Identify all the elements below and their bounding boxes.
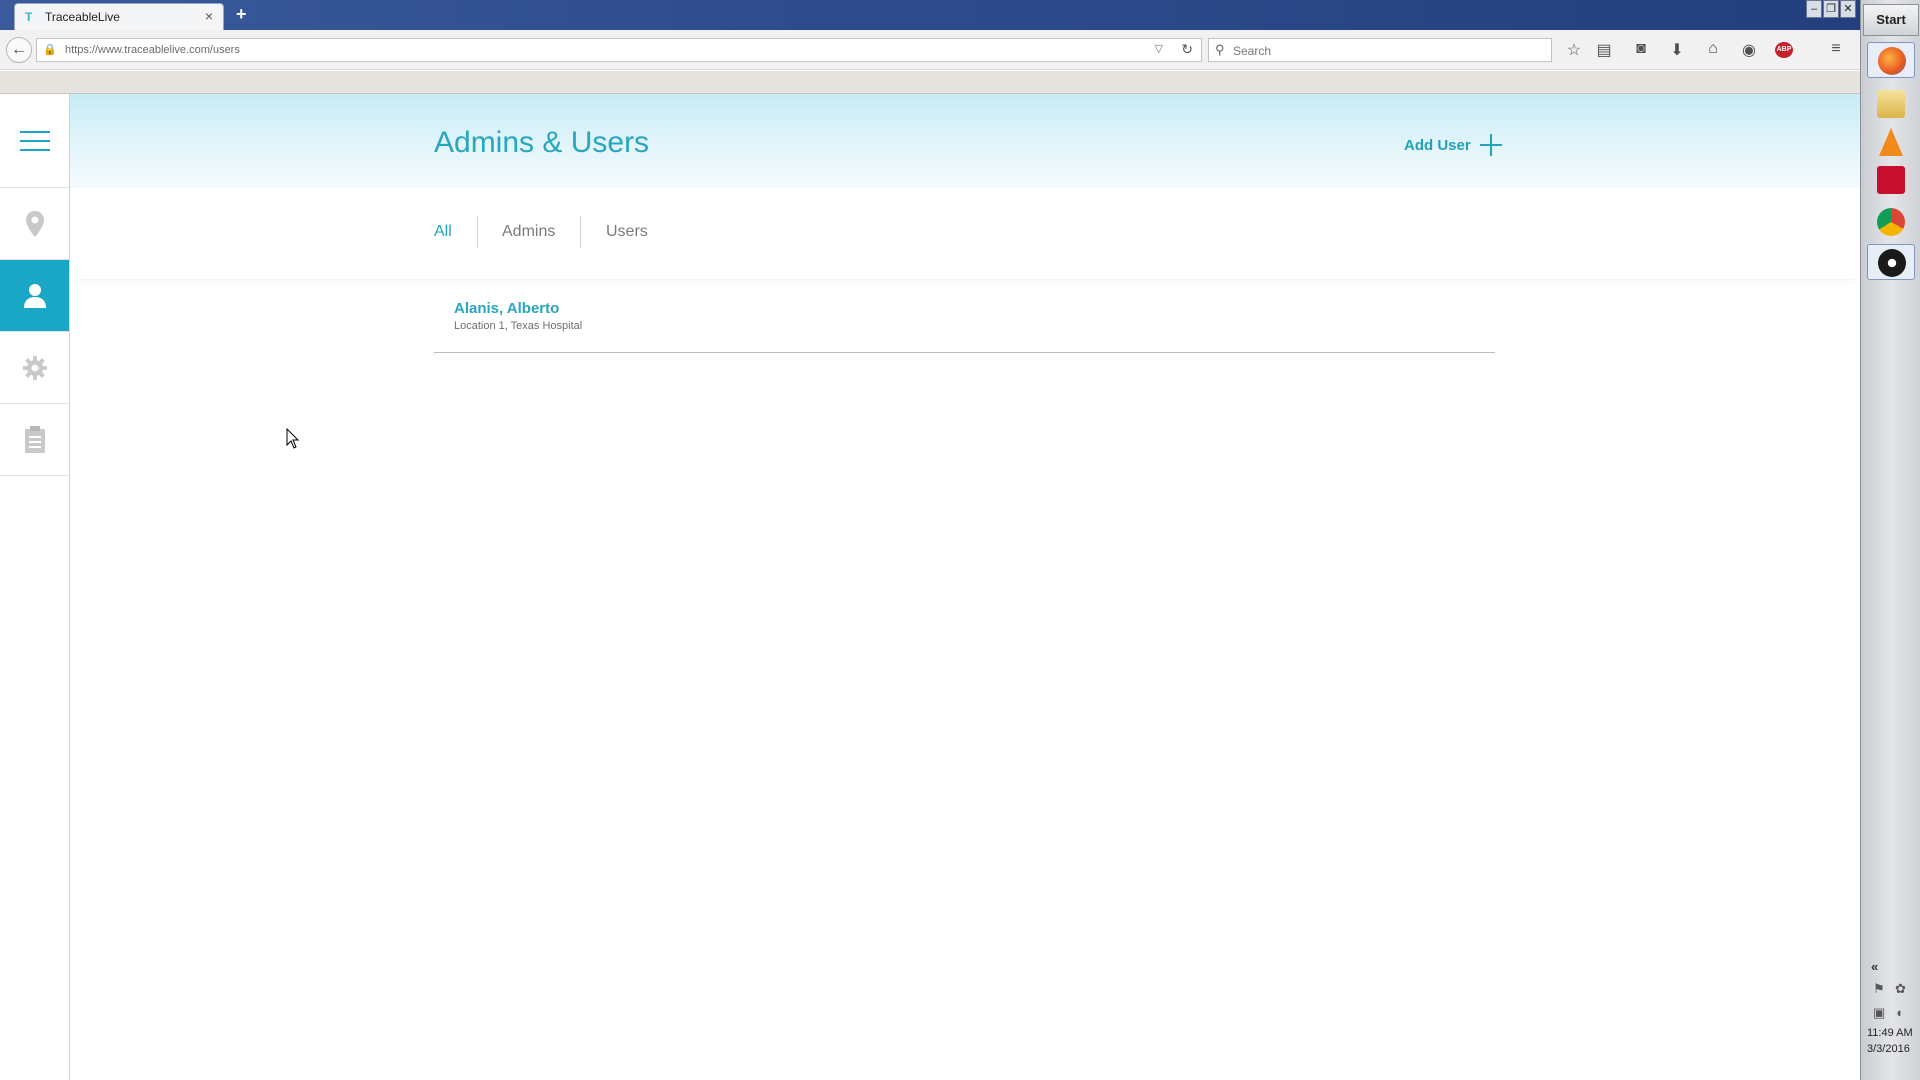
restore-window-button[interactable]: ❐	[1823, 0, 1839, 18]
obs-taskbar-button[interactable]	[1867, 244, 1915, 280]
tab-title: TraceableLive	[45, 10, 120, 24]
chrome-taskbar-button[interactable]	[1867, 204, 1915, 240]
bookmark-star-icon[interactable]: ☆	[1564, 40, 1584, 60]
sidebar-item-settings[interactable]	[0, 332, 69, 404]
user-name-link[interactable]: Alanis, Alberto	[454, 300, 559, 317]
tab-users[interactable]: Users	[606, 223, 648, 241]
clock-time[interactable]: 11:49 AM	[1867, 1027, 1913, 1039]
new-tab-button[interactable]: +	[236, 4, 247, 25]
browser-titlebar: T TraceableLive × + – ❐ ✕	[0, 0, 1860, 30]
browser-tab[interactable]: T TraceableLive ×	[14, 3, 224, 30]
hamburger-menu-button[interactable]	[0, 94, 69, 188]
url-dropdown-icon[interactable]: ▽	[1155, 42, 1163, 55]
browser-search-input[interactable]: ⚲ Search	[1208, 38, 1552, 62]
acrobat-taskbar-button[interactable]	[1867, 162, 1915, 198]
folder-icon	[1877, 90, 1905, 118]
start-label: Start	[1876, 12, 1906, 27]
vlc-cone-icon	[1879, 128, 1903, 156]
clock-date[interactable]: 3/3/2016	[1867, 1043, 1910, 1055]
user-location: Location 1, Texas Hospital	[454, 320, 583, 332]
search-placeholder: Search	[1233, 44, 1272, 58]
add-user-label: Add User	[1404, 136, 1471, 154]
start-button[interactable]: Start	[1863, 4, 1919, 36]
tab-divider	[477, 216, 478, 248]
minimize-window-button[interactable]: –	[1806, 0, 1822, 18]
browser-menu-icon[interactable]: ≡	[1826, 40, 1846, 58]
sidebar-item-locations[interactable]	[0, 188, 69, 260]
hamburger-menu-icon	[19, 130, 50, 151]
sidebar-item-users[interactable]	[0, 260, 69, 332]
address-bar[interactable]: 🔒 https://www.traceablelive.com/users ▽ …	[36, 38, 1202, 62]
browser-navbar: ← 🔒 https://www.traceablelive.com/users …	[0, 30, 1860, 70]
gear-icon	[22, 355, 47, 380]
windows-taskbar: Start « ⚑ ✿ ▣ ◖ 11:49 AM 3/3/2016	[1860, 0, 1920, 1080]
obs-icon	[1878, 249, 1906, 277]
network-sync-icon[interactable]: ✿	[1895, 981, 1906, 997]
location-pin-icon	[25, 210, 44, 237]
app-window: Admins & Users Add User All Admins Users…	[0, 94, 1860, 1080]
pocket-icon[interactable]: ◙	[1631, 40, 1651, 58]
tab-all[interactable]: All	[434, 223, 452, 241]
reading-list-icon[interactable]: ▤	[1594, 40, 1614, 60]
user-icon	[23, 283, 46, 308]
close-window-button[interactable]: ✕	[1840, 0, 1856, 18]
mouse-cursor-icon	[286, 428, 300, 449]
tab-admins[interactable]: Admins	[502, 223, 555, 241]
search-icon: ⚲	[1215, 42, 1225, 57]
url-text: https://www.traceablelive.com/users	[65, 44, 240, 56]
home-icon[interactable]: ⌂	[1703, 40, 1723, 58]
volume-icon[interactable]: ◖	[1895, 1005, 1903, 1020]
user-list: Alanis, Alberto Location 1, Texas Hospit…	[434, 287, 1495, 353]
plus-icon	[1479, 134, 1502, 156]
tab-divider	[580, 216, 581, 248]
tray-expand-icon[interactable]: «	[1871, 959, 1878, 974]
page-header: Admins & Users Add User	[70, 94, 1860, 188]
vlc-taskbar-button[interactable]	[1867, 124, 1915, 160]
app-sidebar	[0, 94, 70, 1080]
back-button[interactable]: ←	[6, 37, 32, 63]
filter-tabs: All Admins Users	[70, 188, 1860, 279]
sidebar-item-reports[interactable]	[0, 404, 69, 476]
traceablelive-favicon-icon: T	[25, 10, 33, 24]
page-title: Admins & Users	[434, 126, 650, 159]
clipboard-icon	[24, 425, 45, 453]
adblock-icon[interactable]: ABP	[1775, 42, 1793, 58]
chrome-icon	[1877, 208, 1905, 236]
download-icon[interactable]: ⬇	[1667, 40, 1687, 60]
network-icon[interactable]: ▣	[1873, 1005, 1885, 1021]
chat-icon[interactable]: ◉	[1739, 40, 1759, 60]
add-user-button[interactable]: Add User	[1404, 130, 1503, 160]
lock-icon: 🔒	[43, 44, 57, 56]
acrobat-icon	[1877, 166, 1905, 194]
system-tray: « ⚑ ✿ ▣ ◖ 11:49 AM 3/3/2016	[1861, 955, 1920, 1080]
firefox-taskbar-button[interactable]	[1867, 42, 1915, 78]
action-center-flag-icon[interactable]: ⚑	[1873, 981, 1885, 997]
list-item[interactable]: Alanis, Alberto Location 1, Texas Hospit…	[434, 287, 1495, 353]
reload-icon[interactable]: ↻	[1181, 41, 1193, 58]
close-tab-icon[interactable]: ×	[205, 8, 213, 24]
firefox-icon	[1878, 47, 1906, 75]
bookmarks-toolbar	[0, 71, 1860, 94]
explorer-taskbar-button[interactable]	[1867, 86, 1915, 122]
